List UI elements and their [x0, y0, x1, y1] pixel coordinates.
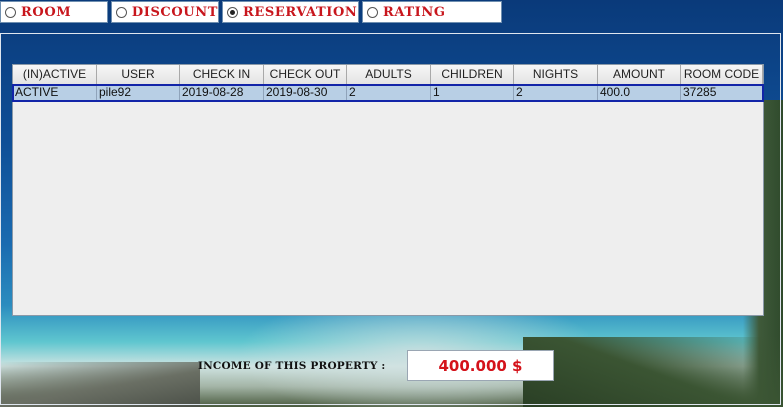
column-header-room-code[interactable]: ROOM CODE	[681, 65, 763, 85]
column-header-check-out[interactable]: CHECK OUT	[264, 65, 347, 85]
table-header: (IN)ACTIVE USER CHECK IN CHECK OUT ADULT…	[13, 65, 763, 85]
tab-rating[interactable]: RATING	[362, 1, 502, 23]
tab-room[interactable]: ROOM	[0, 1, 108, 23]
income-label: INCOME OF THIS PROPERTY :	[198, 360, 386, 372]
column-header-active[interactable]: (IN)ACTIVE	[13, 65, 97, 85]
cell-room-code[interactable]: 37285	[681, 85, 763, 101]
column-header-adults[interactable]: ADULTS	[347, 65, 431, 85]
column-header-nights[interactable]: NIGHTS	[514, 65, 598, 85]
tab-room-label: ROOM	[21, 4, 72, 20]
cell-children[interactable]: 1	[431, 85, 514, 101]
cell-adults[interactable]: 2	[347, 85, 431, 101]
cell-nights[interactable]: 2	[514, 85, 598, 101]
tab-discount-label: DISCOUNT	[131, 4, 218, 20]
tab-reservation[interactable]: RESERVATION	[222, 1, 359, 23]
column-header-user[interactable]: USER	[97, 65, 180, 85]
column-header-check-in[interactable]: CHECK IN	[180, 65, 264, 85]
radio-unselected-icon[interactable]	[116, 6, 127, 18]
radio-unselected-icon[interactable]	[367, 6, 378, 18]
cell-amount[interactable]: 400.0	[598, 85, 681, 101]
tab-discount[interactable]: DISCOUNT	[111, 1, 219, 23]
cell-active[interactable]: ACTIVE	[13, 85, 97, 101]
reservations-table[interactable]: (IN)ACTIVE USER CHECK IN CHECK OUT ADULT…	[12, 64, 764, 316]
table-row[interactable]: ACTIVE pile92 2019-08-28 2019-08-30 2 1 …	[12, 84, 764, 102]
income-value-field: 400.000 $	[407, 350, 554, 381]
cell-check-out[interactable]: 2019-08-30	[264, 85, 347, 101]
income-value: 400.000 $	[438, 356, 523, 375]
radio-selected-icon[interactable]	[227, 6, 238, 18]
column-header-children[interactable]: CHILDREN	[431, 65, 514, 85]
tab-reservation-label: RESERVATION	[243, 4, 358, 20]
tab-rating-label: RATING	[383, 4, 446, 20]
column-header-amount[interactable]: AMOUNT	[598, 65, 681, 85]
cell-check-in[interactable]: 2019-08-28	[180, 85, 264, 101]
cell-user[interactable]: pile92	[97, 85, 180, 101]
radio-unselected-icon[interactable]	[5, 6, 16, 18]
